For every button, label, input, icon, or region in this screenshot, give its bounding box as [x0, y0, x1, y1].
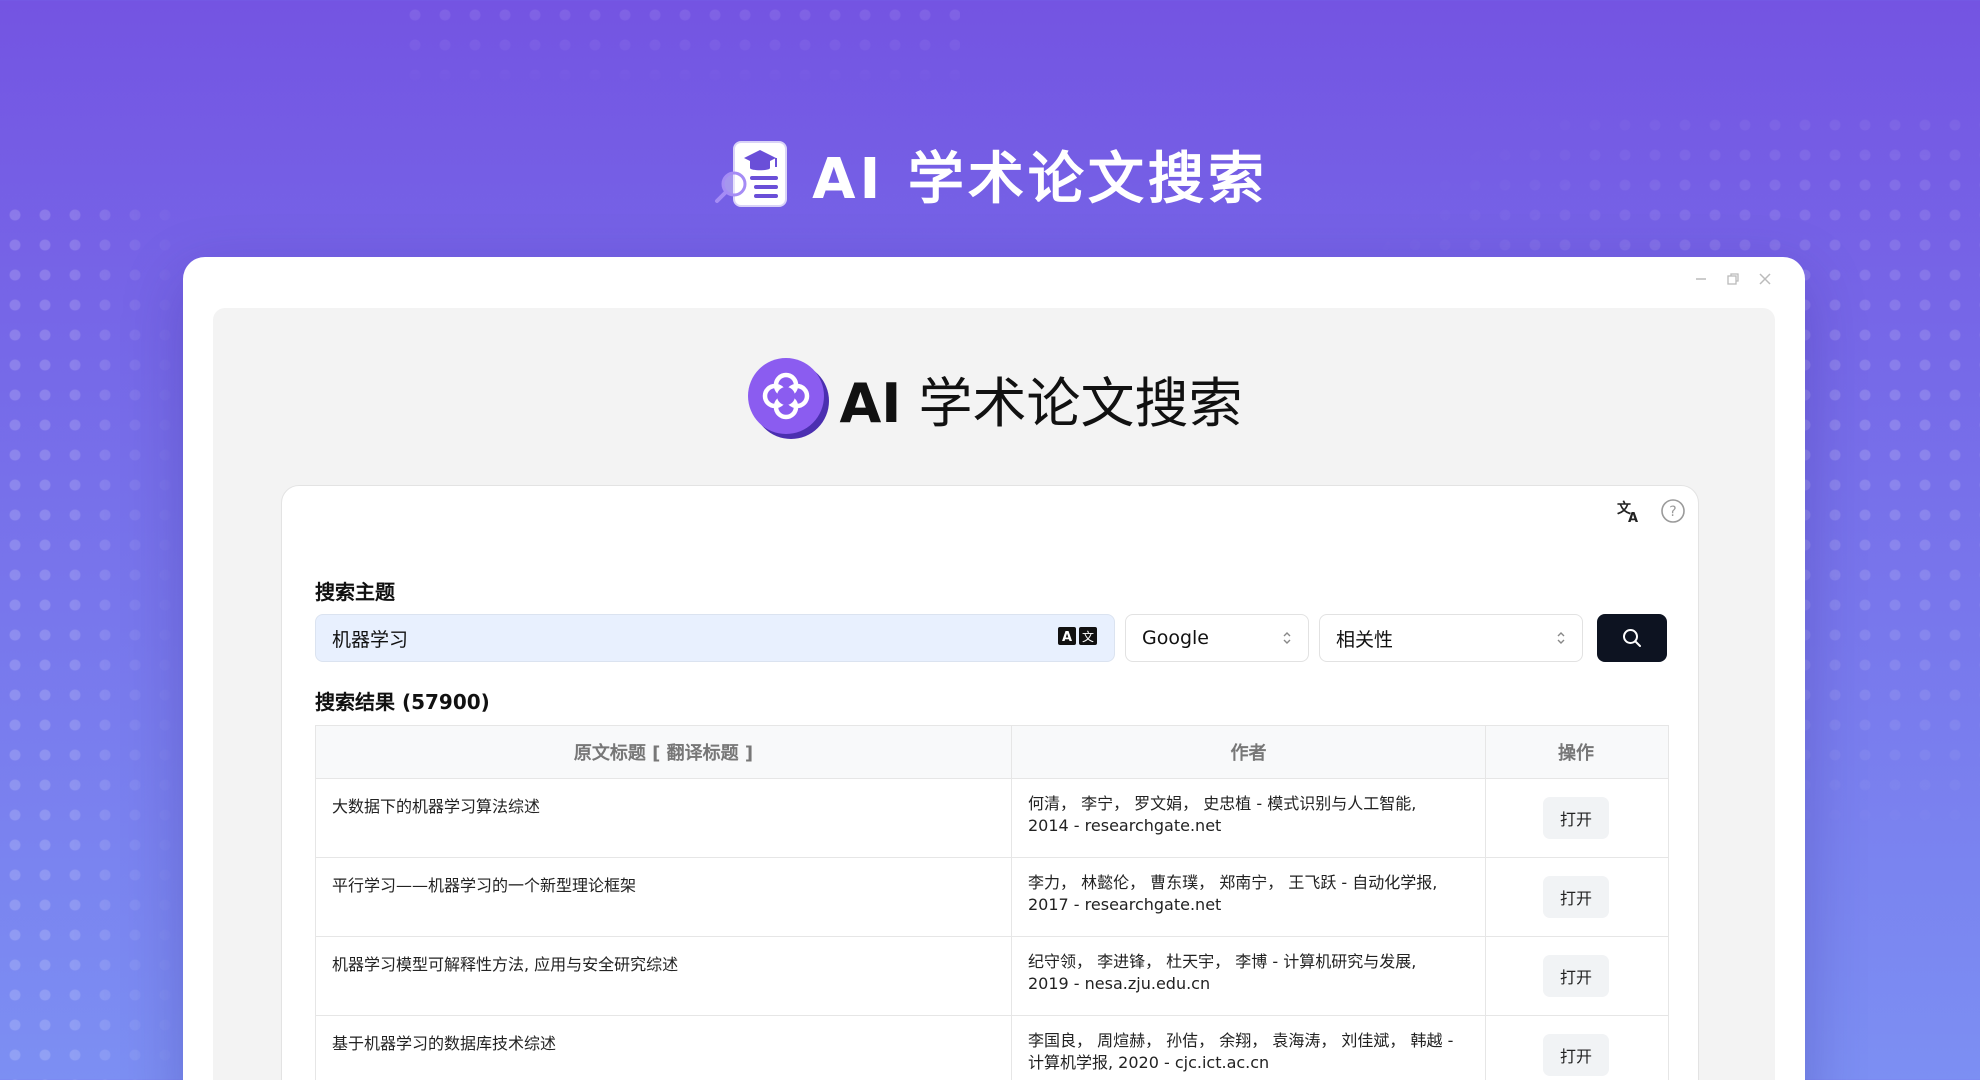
app-content: AI 学术论文搜索 文 A ? 搜索主题 机器学习 A 文 Google 相关性…	[213, 308, 1775, 1080]
results-title: 搜索结果 (57900)	[315, 690, 490, 714]
table-row: 平行学习——机器学习的一个新型理论框架 李力， 林懿伦， 曹东璞， 郑南宁， 王…	[316, 858, 1668, 937]
chevron-updown-icon	[1282, 630, 1292, 646]
table-row: 大数据下的机器学习算法综述 何清， 李宁， 罗文娟， 史忠植 - 模式识别与人工…	[316, 779, 1668, 858]
app-title-ai: AI	[839, 371, 902, 435]
svg-text:A: A	[1062, 630, 1072, 645]
authors-line: 2014 - researchgate.net	[1028, 816, 1222, 835]
paper-authors: 李力， 林懿伦， 曹东璞， 郑南宁， 王飞跃 - 自动化学报, 2017 - r…	[1012, 858, 1486, 936]
open-button[interactable]: 打开	[1543, 797, 1609, 839]
search-icon	[1623, 629, 1641, 647]
card-tools: 文 A ?	[1616, 498, 1686, 528]
search-button[interactable]	[1597, 614, 1667, 662]
search-topic-label: 搜索主题	[315, 580, 395, 604]
paper-authors: 何清， 李宁， 罗文娟， 史忠植 - 模式识别与人工智能, 2014 - res…	[1012, 779, 1486, 857]
app-title: AI 学术论文搜索	[839, 359, 1242, 438]
open-button[interactable]: 打开	[1543, 1034, 1609, 1076]
authors-line: 李力， 林懿伦， 曹东璞， 郑南宁， 王飞跃 - 自动化学报,	[1028, 873, 1438, 892]
authors-line: 计算机学报, 2020 - cjc.ict.ac.cn	[1028, 1053, 1270, 1072]
app-window: AI 学术论文搜索 文 A ? 搜索主题 机器学习 A 文 Google 相关性…	[183, 257, 1805, 1080]
svg-text:A: A	[1628, 511, 1638, 524]
paper-authors: 纪守领， 李进锋， 杜天宇， 李博 - 计算机研究与发展, 2019 - nes…	[1012, 937, 1486, 1015]
app-header: AI 学术论文搜索	[213, 353, 1775, 443]
search-engine-select[interactable]: Google	[1125, 614, 1309, 662]
dot-pattern-top	[400, 0, 960, 90]
translate-icon[interactable]: 文 A	[1616, 498, 1642, 528]
svg-text:文: 文	[1082, 629, 1094, 644]
restore-icon[interactable]	[1725, 271, 1741, 287]
column-header-authors: 作者	[1012, 726, 1486, 778]
sort-select[interactable]: 相关性	[1319, 614, 1583, 662]
window-controls	[1693, 271, 1773, 287]
chevron-updown-icon	[1556, 630, 1566, 646]
search-card: 文 A ? 搜索主题 机器学习 A 文 Google 相关性 搜索结果 (579…	[281, 485, 1699, 1080]
authors-line: 纪守领， 李进锋， 杜天宇， 李博 - 计算机研究与发展,	[1028, 952, 1417, 971]
sort-value: 相关性	[1336, 628, 1394, 651]
authors-line: 2017 - researchgate.net	[1028, 895, 1222, 914]
translate-ax-icon[interactable]: A 文	[1058, 625, 1098, 651]
column-header-action: 操作	[1558, 743, 1594, 764]
paper-title: 基于机器学习的数据库技术综述	[316, 1016, 1012, 1080]
svg-text:?: ?	[1669, 504, 1676, 520]
search-input-value: 机器学习	[332, 628, 409, 651]
dot-pattern-left	[0, 200, 190, 1080]
table-header: 原文标题 [ 翻译标题 ] 作者 操作	[316, 726, 1668, 779]
open-button[interactable]: 打开	[1543, 955, 1609, 997]
paper-title: 大数据下的机器学习算法综述	[316, 779, 1012, 857]
minimize-icon[interactable]	[1693, 271, 1709, 287]
results-table: 原文标题 [ 翻译标题 ] 作者 操作 大数据下的机器学习算法综述 何清， 李宁…	[315, 725, 1669, 1080]
hero-banner: AI 学术论文搜索	[0, 124, 1980, 224]
close-icon[interactable]	[1757, 271, 1773, 287]
hero-title: AI 学术论文搜索	[812, 146, 1268, 212]
authors-line: 何清， 李宁， 罗文娟， 史忠植 - 模式识别与人工智能,	[1028, 794, 1417, 813]
paper-title: 机器学习模型可解释性方法, 应用与安全研究综述	[316, 937, 1012, 1015]
table-row: 基于机器学习的数据库技术综述 李国良， 周煊赫， 孙佶， 余翔， 袁海涛， 刘佳…	[316, 1016, 1668, 1080]
table-row: 机器学习模型可解释性方法, 应用与安全研究综述 纪守领， 李进锋， 杜天宇， 李…	[316, 937, 1668, 1016]
paper-authors: 李国良， 周煊赫， 孙佶， 余翔， 袁海涛， 刘佳斌， 韩越 - 计算机学报, …	[1012, 1016, 1486, 1080]
academic-paper-search-icon	[712, 134, 792, 214]
authors-line: 2019 - nesa.zju.edu.cn	[1028, 974, 1211, 993]
search-engine-value: Google	[1142, 627, 1210, 649]
paper-title: 平行学习——机器学习的一个新型理论框架	[316, 858, 1012, 936]
flower-logo-icon	[745, 355, 831, 441]
help-circle-icon[interactable]: ?	[1660, 498, 1686, 528]
search-input[interactable]: 机器学习 A 文	[315, 614, 1115, 662]
authors-line: 李国良， 周煊赫， 孙佶， 余翔， 袁海涛， 刘佳斌， 韩越 -	[1028, 1031, 1454, 1050]
column-header-title: 原文标题 [ 翻译标题 ]	[316, 726, 1012, 778]
app-title-text: 学术论文搜索	[901, 371, 1243, 435]
open-button[interactable]: 打开	[1543, 876, 1609, 918]
